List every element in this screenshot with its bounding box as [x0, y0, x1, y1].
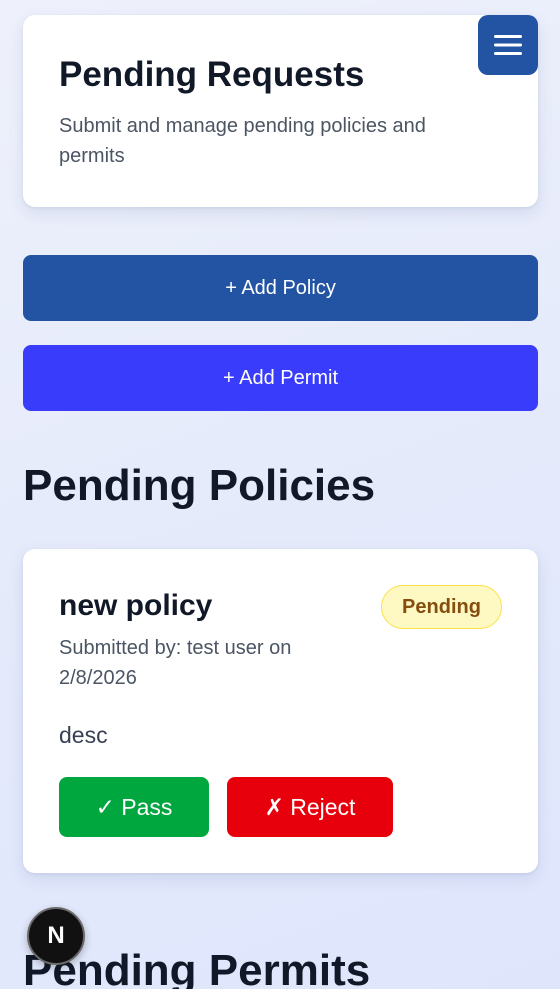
- page-title: Pending Requests: [59, 55, 365, 94]
- policy-description: desc: [59, 722, 108, 748]
- page-header-card: Pending Requests Submit and manage pendi…: [23, 15, 538, 207]
- menu-button[interactable]: [478, 15, 538, 75]
- reject-button[interactable]: ✗ Reject: [227, 777, 393, 837]
- dev-tools-badge[interactable]: N: [27, 907, 85, 965]
- pass-button[interactable]: ✓ Pass: [59, 777, 209, 837]
- pending-policies-heading: Pending Policies: [23, 461, 376, 510]
- page-subtitle: Submit and manage pending policies and p…: [59, 115, 426, 167]
- policy-title: new policy: [59, 589, 213, 622]
- status-badge: Pending: [381, 585, 502, 629]
- add-policy-button[interactable]: + Add Policy: [23, 255, 538, 321]
- policy-card: new policy Pending Submitted by: test us…: [23, 549, 538, 873]
- hamburger-menu-icon: [494, 35, 522, 55]
- dev-badge-letter: N: [47, 922, 65, 949]
- policy-submitted-info: Submitted by: test user on 2/8/2026: [59, 637, 292, 689]
- add-permit-button[interactable]: + Add Permit: [23, 345, 538, 411]
